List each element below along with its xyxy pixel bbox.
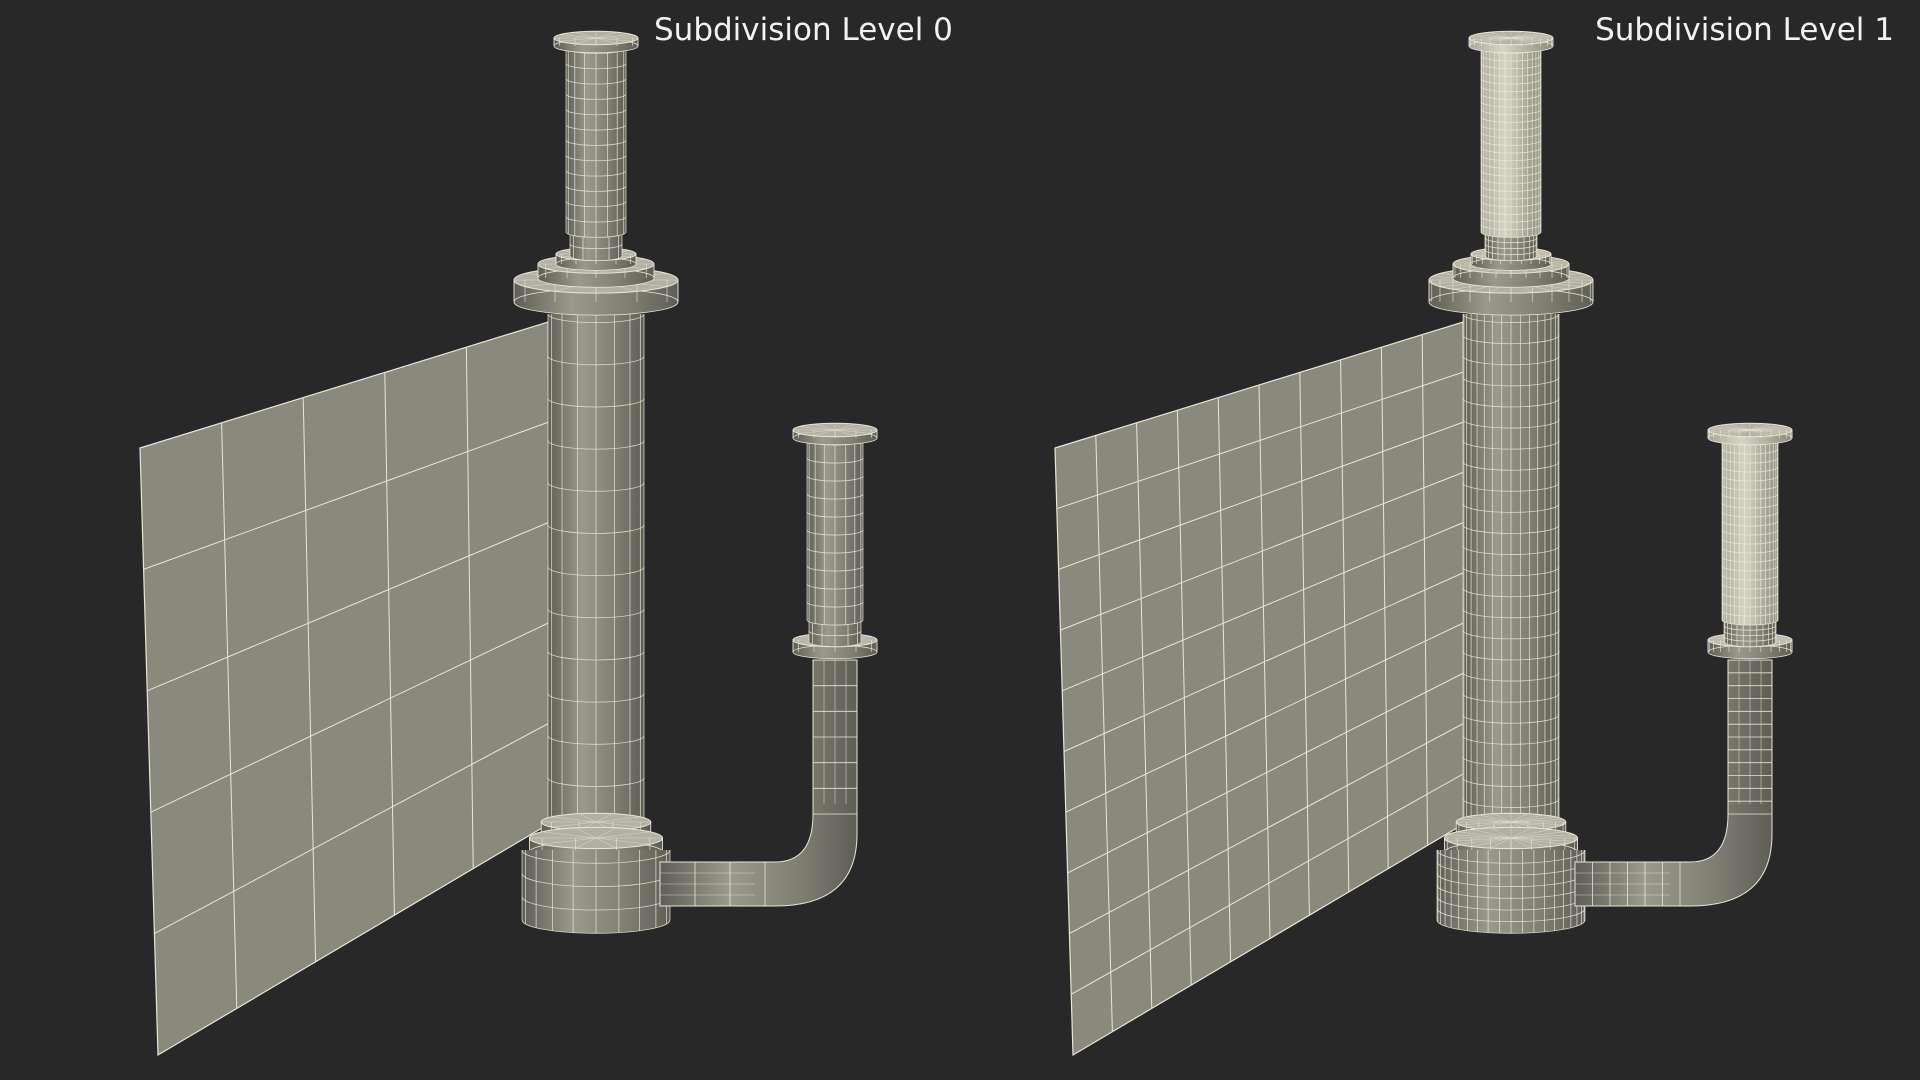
sewage-pump-model-right — [1054, 30, 1793, 1057]
sewage-pump-model-left — [139, 30, 878, 1057]
subdivision-label-right: Subdivision Level 1 — [1595, 12, 1894, 48]
subdivision-label-left: Subdivision Level 0 — [654, 12, 953, 48]
render-canvas — [139, 30, 1793, 1057]
elbow-pipe — [1574, 659, 1773, 907]
viewport: Subdivision Level 0 Subdivision Level 1 — [0, 0, 1920, 1080]
wall-panel — [1054, 321, 1468, 1057]
elbow-pipe — [659, 659, 858, 907]
wall-panel — [139, 321, 553, 1057]
